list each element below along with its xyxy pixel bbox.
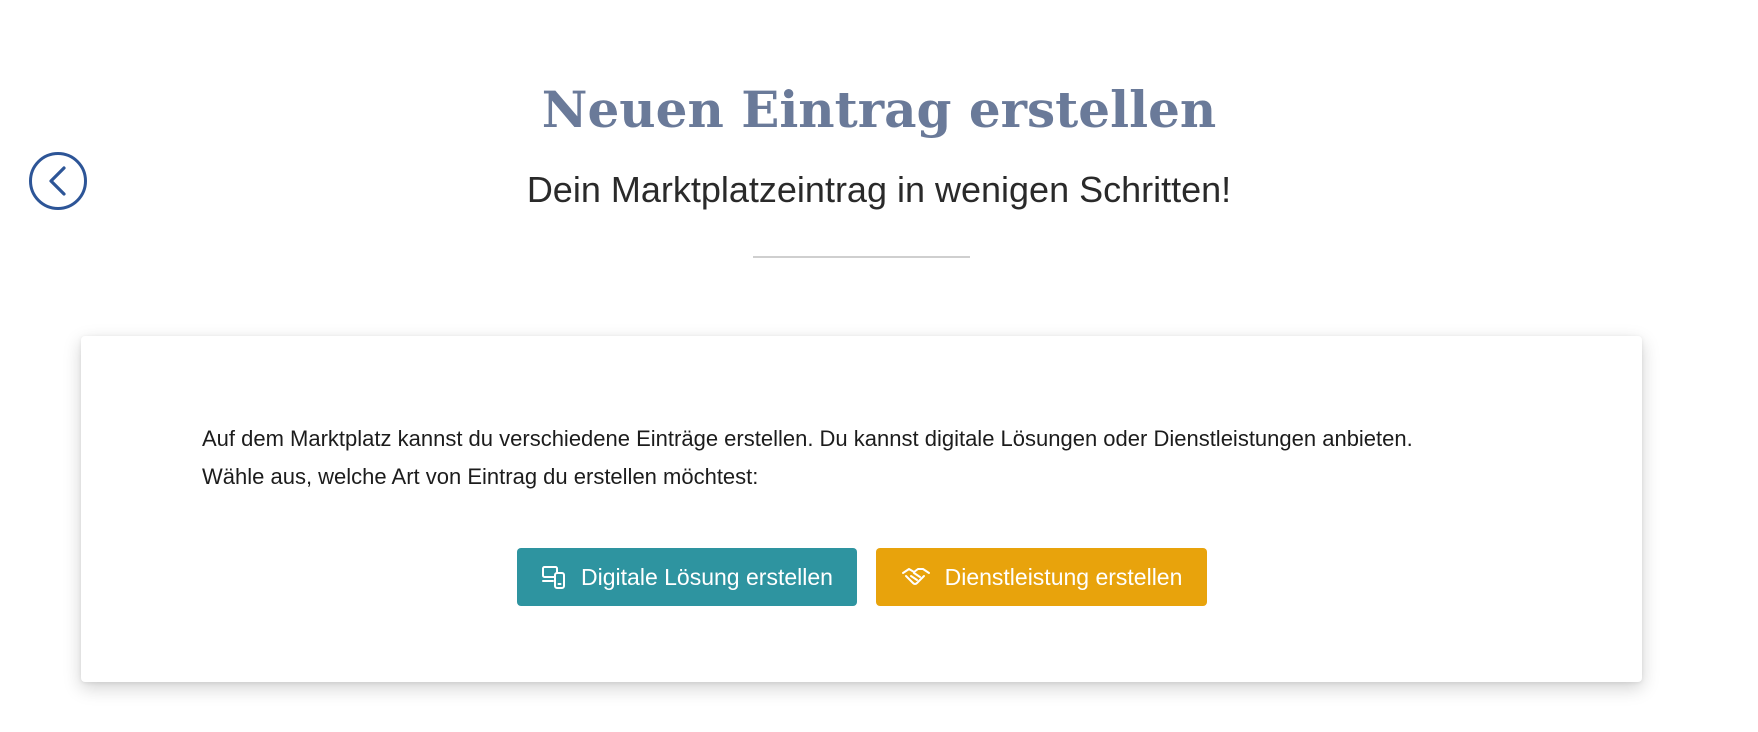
create-service-button[interactable]: Dienstleistung erstellen <box>876 548 1207 606</box>
card-description: Auf dem Marktplatz kannst du verschieden… <box>202 420 1542 496</box>
devices-icon <box>542 566 566 589</box>
create-digital-solution-button[interactable]: Digitale Lösung erstellen <box>517 548 857 606</box>
create-digital-solution-label: Digitale Lösung erstellen <box>581 563 833 590</box>
card-description-line-1: Auf dem Marktplatz kannst du verschieden… <box>202 426 1413 451</box>
card-description-line-2: Wähle aus, welche Art von Eintrag du ers… <box>202 464 759 489</box>
title-divider <box>753 256 970 258</box>
entry-type-card: Auf dem Marktplatz kannst du verschieden… <box>81 336 1642 682</box>
page-subtitle: Dein Marktplatzeintrag in wenigen Schrit… <box>526 169 1232 210</box>
create-service-label: Dienstleistung erstellen <box>944 563 1183 590</box>
page-title: Neuen Eintrag erstellen <box>541 80 1217 139</box>
handshake-icon <box>901 568 930 585</box>
